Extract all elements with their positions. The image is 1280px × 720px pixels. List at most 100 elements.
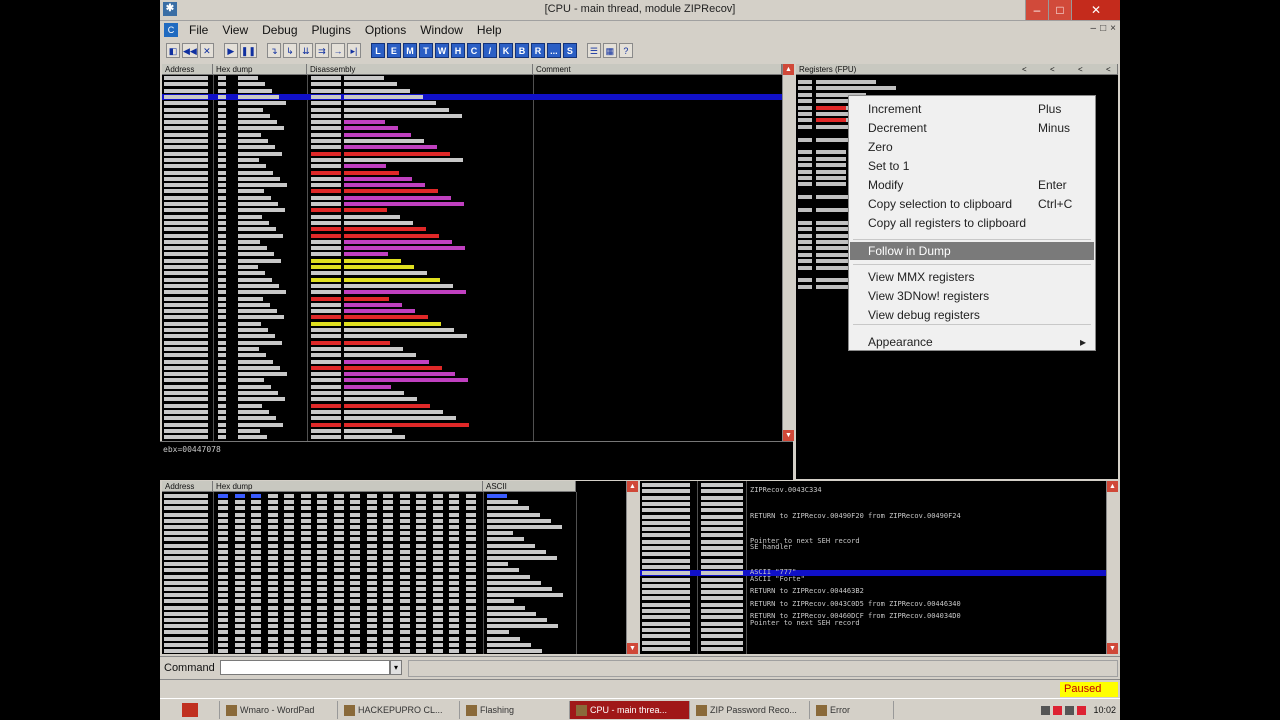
disasm-scrollbar[interactable]: ▲ ▼ <box>782 64 794 441</box>
disasm-row[interactable] <box>162 75 782 81</box>
ctx-item-increment[interactable]: Increment Plus <box>850 100 1094 118</box>
stack-scrollbar[interactable]: ▲ ▼ <box>1106 481 1118 654</box>
reg-nav-3[interactable]: < <box>1078 64 1083 74</box>
disasm-row[interactable] <box>162 125 782 131</box>
ctx-item-zero[interactable]: Zero <box>850 138 1094 156</box>
dump-row[interactable] <box>162 567 626 573</box>
dump-row[interactable] <box>162 648 626 654</box>
breakpoints-button[interactable]: B <box>514 42 529 58</box>
run-trace-button[interactable]: ... <box>546 42 561 58</box>
call-stack-button[interactable]: K <box>498 42 513 58</box>
stack-row[interactable] <box>640 646 1106 652</box>
disasm-row[interactable] <box>162 352 782 358</box>
dump-row[interactable] <box>162 636 626 642</box>
disasm-row[interactable] <box>162 220 782 226</box>
step-over-icon[interactable]: ↳ <box>282 42 297 58</box>
reg-nav-4[interactable]: < <box>1106 64 1111 74</box>
dump-row[interactable] <box>162 518 626 524</box>
patches-window-button[interactable]: / <box>482 42 497 58</box>
pause-icon[interactable]: ❚❚ <box>239 42 257 58</box>
disasm-row[interactable] <box>162 113 782 119</box>
menu-help[interactable]: Help <box>470 23 509 37</box>
dump-pane[interactable]: Address Hex dump ASCII ▲ ▼ <box>162 481 638 654</box>
menu-file[interactable]: File <box>182 23 215 37</box>
tray-network-icon[interactable] <box>1041 705 1051 715</box>
log-window-button[interactable]: L <box>370 42 385 58</box>
references-button[interactable]: R <box>530 42 545 58</box>
dump-scroll-down-icon[interactable]: ▼ <box>627 643 638 654</box>
disasm-row[interactable] <box>162 88 782 94</box>
disasm-row[interactable] <box>162 245 782 251</box>
disasm-row[interactable] <box>162 138 782 144</box>
disasm-row[interactable] <box>162 314 782 320</box>
disasm-header-hex[interactable]: Hex dump <box>213 64 307 75</box>
disasm-row[interactable] <box>162 239 782 245</box>
disasm-row[interactable] <box>162 422 782 428</box>
dump-scrollbar[interactable]: ▲ ▼ <box>626 481 638 654</box>
tray-app-icon[interactable] <box>1077 705 1087 715</box>
mdi-minimize-button[interactable]: – <box>1091 23 1097 34</box>
minimize-button[interactable]: – <box>1025 0 1048 20</box>
disasm-row[interactable] <box>162 163 782 169</box>
trace-over-icon[interactable]: ⇉ <box>314 42 329 58</box>
close-button[interactable]: ✕ <box>1071 0 1120 20</box>
command-dropdown-icon[interactable]: ▾ <box>390 660 402 675</box>
disasm-row[interactable] <box>162 321 782 327</box>
disasm-row[interactable] <box>162 188 782 194</box>
registers-header[interactable]: Registers (FPU) < < < < <box>796 64 1118 75</box>
dump-row[interactable] <box>162 561 626 567</box>
source-button[interactable]: S <box>562 42 577 58</box>
disasm-listing[interactable] <box>162 75 782 441</box>
dump-scroll-up-icon[interactable]: ▲ <box>627 481 638 492</box>
start-button[interactable] <box>160 701 220 719</box>
tray-security-icon[interactable] <box>1053 705 1063 715</box>
go-to-icon[interactable]: ▸| <box>346 42 361 58</box>
register-row[interactable] <box>796 79 1118 85</box>
dump-row[interactable] <box>162 586 626 592</box>
close-program-icon[interactable]: ✕ <box>199 42 214 58</box>
dump-row[interactable] <box>162 555 626 561</box>
disasm-row[interactable] <box>162 207 782 213</box>
disasm-row[interactable] <box>162 428 782 434</box>
handles-window-button[interactable]: H <box>450 42 465 58</box>
stack-scroll-up-icon[interactable]: ▲ <box>1107 481 1118 492</box>
reg-nav-1[interactable]: < <box>1022 64 1027 74</box>
run-icon[interactable]: ▶ <box>223 42 238 58</box>
mdi-close-button[interactable]: × <box>1110 23 1116 34</box>
step-into-icon[interactable]: ↴ <box>266 42 281 58</box>
taskbar-item[interactable]: Flashing <box>460 701 570 719</box>
stack-pane[interactable]: ZIPRecov.0043C334 RETURN to ZIPRecov.0049… <box>640 481 1118 654</box>
dump-row[interactable] <box>162 642 626 648</box>
disasm-row[interactable] <box>162 327 782 333</box>
disasm-row[interactable] <box>162 340 782 346</box>
menu-view[interactable]: View <box>215 23 255 37</box>
disasm-row[interactable] <box>162 119 782 125</box>
taskbar-item[interactable]: Wmaro - WordPad <box>220 701 338 719</box>
disasm-row[interactable] <box>162 195 782 201</box>
disasm-row[interactable] <box>162 308 782 314</box>
disasm-row[interactable] <box>162 277 782 283</box>
disasm-row[interactable] <box>162 377 782 383</box>
ctx-item-appearance[interactable]: Appearance ▸ <box>850 333 1094 351</box>
dump-row[interactable] <box>162 592 626 598</box>
ctx-item-copy-all-registers-to-clipboard[interactable]: Copy all registers to clipboard <box>850 214 1094 232</box>
ctx-item-view-debug-registers[interactable]: View debug registers <box>850 306 1094 324</box>
taskbar-item[interactable]: ZIP Password Reco... <box>690 701 810 719</box>
dump-row[interactable] <box>162 493 626 499</box>
cpu-window-icon[interactable]: C <box>164 23 178 37</box>
disasm-row[interactable] <box>162 107 782 113</box>
disasm-row[interactable] <box>162 226 782 232</box>
register-row[interactable] <box>796 85 1118 91</box>
disasm-row[interactable] <box>162 264 782 270</box>
disasm-row[interactable] <box>162 151 782 157</box>
cpu-window-button[interactable]: C <box>466 42 481 58</box>
windows-window-button[interactable]: W <box>434 42 449 58</box>
threads-window-button[interactable]: T <box>418 42 433 58</box>
dump-row[interactable] <box>162 623 626 629</box>
disasm-row[interactable] <box>162 396 782 402</box>
disasm-row[interactable] <box>162 201 782 207</box>
menu-options[interactable]: Options <box>358 23 413 37</box>
debugging-options-icon[interactable]: ☰ <box>586 42 601 58</box>
scroll-up-icon[interactable]: ▲ <box>783 64 794 75</box>
dump-row[interactable] <box>162 499 626 505</box>
